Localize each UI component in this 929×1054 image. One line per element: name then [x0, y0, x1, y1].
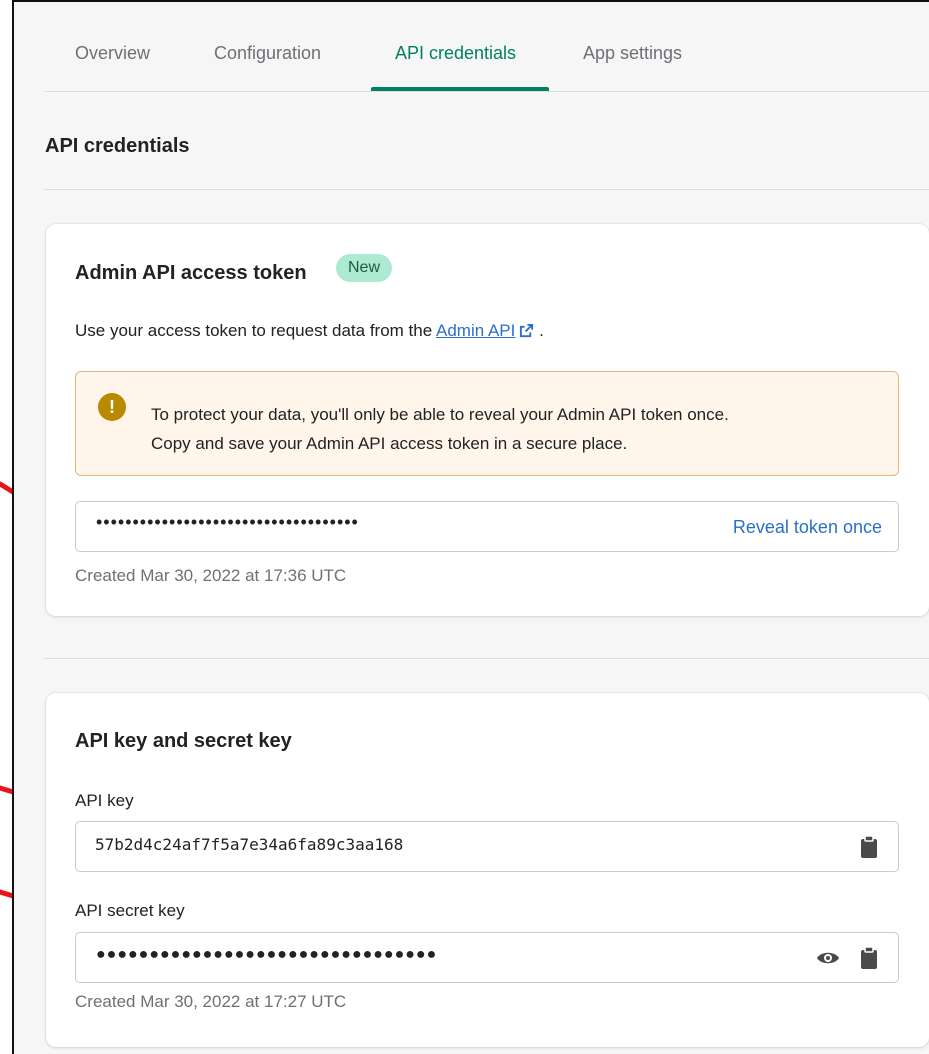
tab-overview[interactable]: Overview: [75, 43, 150, 64]
api-key-value[interactable]: 57b2d4c24af7f5a7e34a6fa89c3aa168: [95, 835, 403, 854]
warning-line: Copy and save your Admin API access toke…: [151, 434, 628, 453]
api-keys-card: API key and secret key API key 57b2d4c24…: [46, 693, 929, 1047]
masked-token: ••••••••••••••••••••••••••••••••••••: [96, 512, 359, 532]
warning-line: To protect your data, you'll only be abl…: [151, 405, 729, 424]
tab-app-settings[interactable]: App settings: [583, 43, 682, 64]
token-created-date: Created Mar 30, 2022 at 17:36 UTC: [75, 566, 347, 585]
section-divider: [44, 189, 929, 190]
warning-banner: ! To protect your data, you'll only be a…: [75, 371, 899, 476]
active-tab-indicator: [371, 87, 549, 91]
section-divider: [44, 658, 929, 659]
warning-text: To protect your data, you'll only be abl…: [151, 400, 729, 458]
exclamation-circle-icon: !: [98, 393, 126, 421]
api-key-field[interactable]: 57b2d4c24af7f5a7e34a6fa89c3aa168: [75, 821, 899, 872]
clipboard-icon[interactable]: [860, 946, 878, 970]
api-key-label: API key: [75, 791, 134, 810]
masked-secret: ●●●●●●●●●●●●●●●●●●●●●●●●●●●●●●●●: [96, 946, 438, 963]
api-secret-key-field[interactable]: ●●●●●●●●●●●●●●●●●●●●●●●●●●●●●●●●: [75, 932, 899, 983]
admin-token-card: Admin API access token New Use your acce…: [46, 224, 929, 616]
external-link-icon[interactable]: [519, 323, 534, 338]
clipboard-icon[interactable]: [860, 835, 878, 859]
admin-api-link[interactable]: Admin API: [436, 321, 515, 340]
eye-icon[interactable]: [816, 948, 840, 968]
description-suffix: .: [539, 321, 544, 340]
token-description: Use your access token to request data fr…: [75, 321, 544, 341]
tab-configuration[interactable]: Configuration: [214, 43, 321, 64]
card-title: API key and secret key: [75, 730, 292, 752]
tab-bar: Overview Configuration API credentials A…: [44, 2, 929, 92]
card-title: Admin API access token: [75, 262, 307, 284]
page-title: API credentials: [45, 135, 190, 157]
api-secret-key-label: API secret key: [75, 901, 185, 920]
keys-created-date: Created Mar 30, 2022 at 17:27 UTC: [75, 992, 347, 1011]
new-badge: New: [336, 254, 393, 282]
description-text: Use your access token to request data fr…: [75, 321, 433, 340]
app-panel: Overview Configuration API credentials A…: [12, 0, 929, 1054]
access-token-field[interactable]: •••••••••••••••••••••••••••••••••••• Rev…: [75, 501, 899, 552]
reveal-token-button[interactable]: Reveal token once: [733, 517, 882, 538]
tab-api-credentials[interactable]: API credentials: [395, 43, 516, 64]
